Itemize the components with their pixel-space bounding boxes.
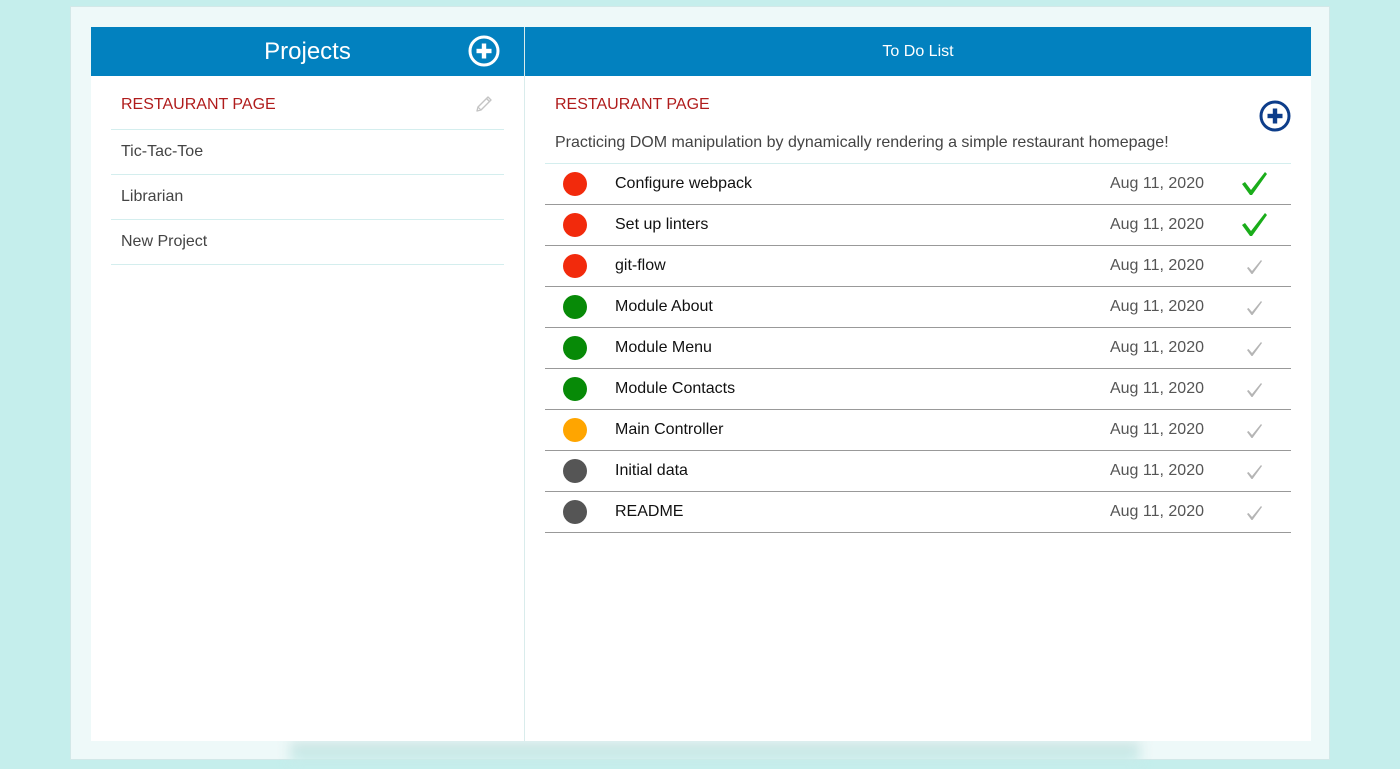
todo-name[interactable]: Set up linters bbox=[615, 216, 708, 234]
check-icon[interactable] bbox=[1240, 170, 1268, 198]
priority-dot-icon bbox=[563, 459, 587, 483]
pencil-icon[interactable] bbox=[474, 94, 494, 114]
check-icon[interactable] bbox=[1240, 334, 1268, 362]
project-item-label: Librarian bbox=[121, 188, 184, 205]
todo-header: To Do List bbox=[525, 27, 1311, 76]
frame-shadow bbox=[290, 741, 1140, 763]
project-item-label: RESTAURANT PAGE bbox=[121, 96, 276, 113]
add-project-button[interactable] bbox=[468, 35, 500, 67]
todo-name[interactable]: Configure webpack bbox=[615, 175, 752, 193]
project-list: RESTAURANT PAGE Tic-Tac-Toe Librarian Ne… bbox=[111, 94, 504, 265]
priority-dot-icon bbox=[563, 254, 587, 278]
check-icon[interactable] bbox=[1240, 416, 1268, 444]
app-container: Projects RESTAURANT PAGE Tic-Tac-Toe Lib… bbox=[91, 27, 1311, 741]
priority-dot-icon bbox=[563, 336, 587, 360]
priority-dot-icon bbox=[563, 295, 587, 319]
projects-header: Projects bbox=[91, 27, 524, 76]
projects-title: Projects bbox=[264, 37, 351, 65]
todo-item[interactable]: Configure webpack Aug 11, 2020 bbox=[545, 164, 1291, 205]
todo-title: To Do List bbox=[882, 42, 954, 60]
todo-item[interactable]: Module About Aug 11, 2020 bbox=[545, 287, 1291, 328]
todo-date: Aug 11, 2020 bbox=[1109, 216, 1204, 233]
todo-date: Aug 11, 2020 bbox=[1109, 462, 1204, 479]
priority-dot-icon bbox=[563, 172, 587, 196]
project-info: RESTAURANT PAGE Practicing DOM manipulat… bbox=[545, 96, 1291, 154]
check-icon[interactable] bbox=[1240, 211, 1268, 239]
todo-item[interactable]: Set up linters Aug 11, 2020 bbox=[545, 205, 1291, 246]
priority-dot-icon bbox=[563, 500, 587, 524]
project-item-tic-tac-toe[interactable]: Tic-Tac-Toe bbox=[111, 130, 504, 175]
project-item-label: New Project bbox=[121, 233, 208, 250]
todo-date: Aug 11, 2020 bbox=[1109, 298, 1204, 315]
todo-name[interactable]: Module About bbox=[615, 298, 713, 316]
check-icon[interactable] bbox=[1240, 293, 1268, 321]
todo-item[interactable]: Module Contacts Aug 11, 2020 bbox=[545, 369, 1291, 410]
priority-dot-icon bbox=[563, 377, 587, 401]
add-todo-button[interactable] bbox=[1259, 100, 1291, 132]
todo-name[interactable]: README bbox=[615, 503, 683, 521]
check-icon[interactable] bbox=[1240, 252, 1268, 280]
todo-name[interactable]: Module Contacts bbox=[615, 380, 735, 398]
todo-item[interactable]: Main Controller Aug 11, 2020 bbox=[545, 410, 1291, 451]
todo-list: Configure webpack Aug 11, 2020 Set up lint… bbox=[545, 163, 1291, 533]
priority-dot-icon bbox=[563, 213, 587, 237]
todo-date: Aug 11, 2020 bbox=[1109, 257, 1204, 274]
todo-item[interactable]: git-flow Aug 11, 2020 bbox=[545, 246, 1291, 287]
todo-item[interactable]: Module Menu Aug 11, 2020 bbox=[545, 328, 1291, 369]
todo-item[interactable]: README Aug 11, 2020 bbox=[545, 492, 1291, 533]
priority-dot-icon bbox=[563, 418, 587, 442]
project-item-librarian[interactable]: Librarian bbox=[111, 175, 504, 220]
project-item-new-project[interactable]: New Project bbox=[111, 220, 504, 265]
check-icon[interactable] bbox=[1240, 375, 1268, 403]
todo-name[interactable]: Main Controller bbox=[615, 421, 723, 439]
project-item-label: Tic-Tac-Toe bbox=[121, 143, 204, 160]
todo-date: Aug 11, 2020 bbox=[1109, 175, 1204, 192]
todo-date: Aug 11, 2020 bbox=[1109, 503, 1204, 520]
todo-name[interactable]: git-flow bbox=[615, 257, 666, 275]
todo-name[interactable]: Initial data bbox=[615, 462, 688, 480]
project-title: RESTAURANT PAGE bbox=[555, 96, 710, 113]
project-item-restaurant-page[interactable]: RESTAURANT PAGE bbox=[111, 94, 504, 130]
todo-date: Aug 11, 2020 bbox=[1109, 380, 1204, 397]
todo-name[interactable]: Module Menu bbox=[615, 339, 712, 357]
project-description: Practicing DOM manipulation by dynamical… bbox=[555, 134, 1169, 151]
todo-date: Aug 11, 2020 bbox=[1109, 421, 1204, 438]
todo-panel: To Do List RESTAURANT PAGE Practicing DO… bbox=[525, 27, 1311, 741]
projects-panel: Projects RESTAURANT PAGE Tic-Tac-Toe Lib… bbox=[91, 27, 525, 741]
check-icon[interactable] bbox=[1240, 498, 1268, 526]
check-icon[interactable] bbox=[1240, 457, 1268, 485]
todo-item[interactable]: Initial data Aug 11, 2020 bbox=[545, 451, 1291, 492]
todo-date: Aug 11, 2020 bbox=[1109, 339, 1204, 356]
